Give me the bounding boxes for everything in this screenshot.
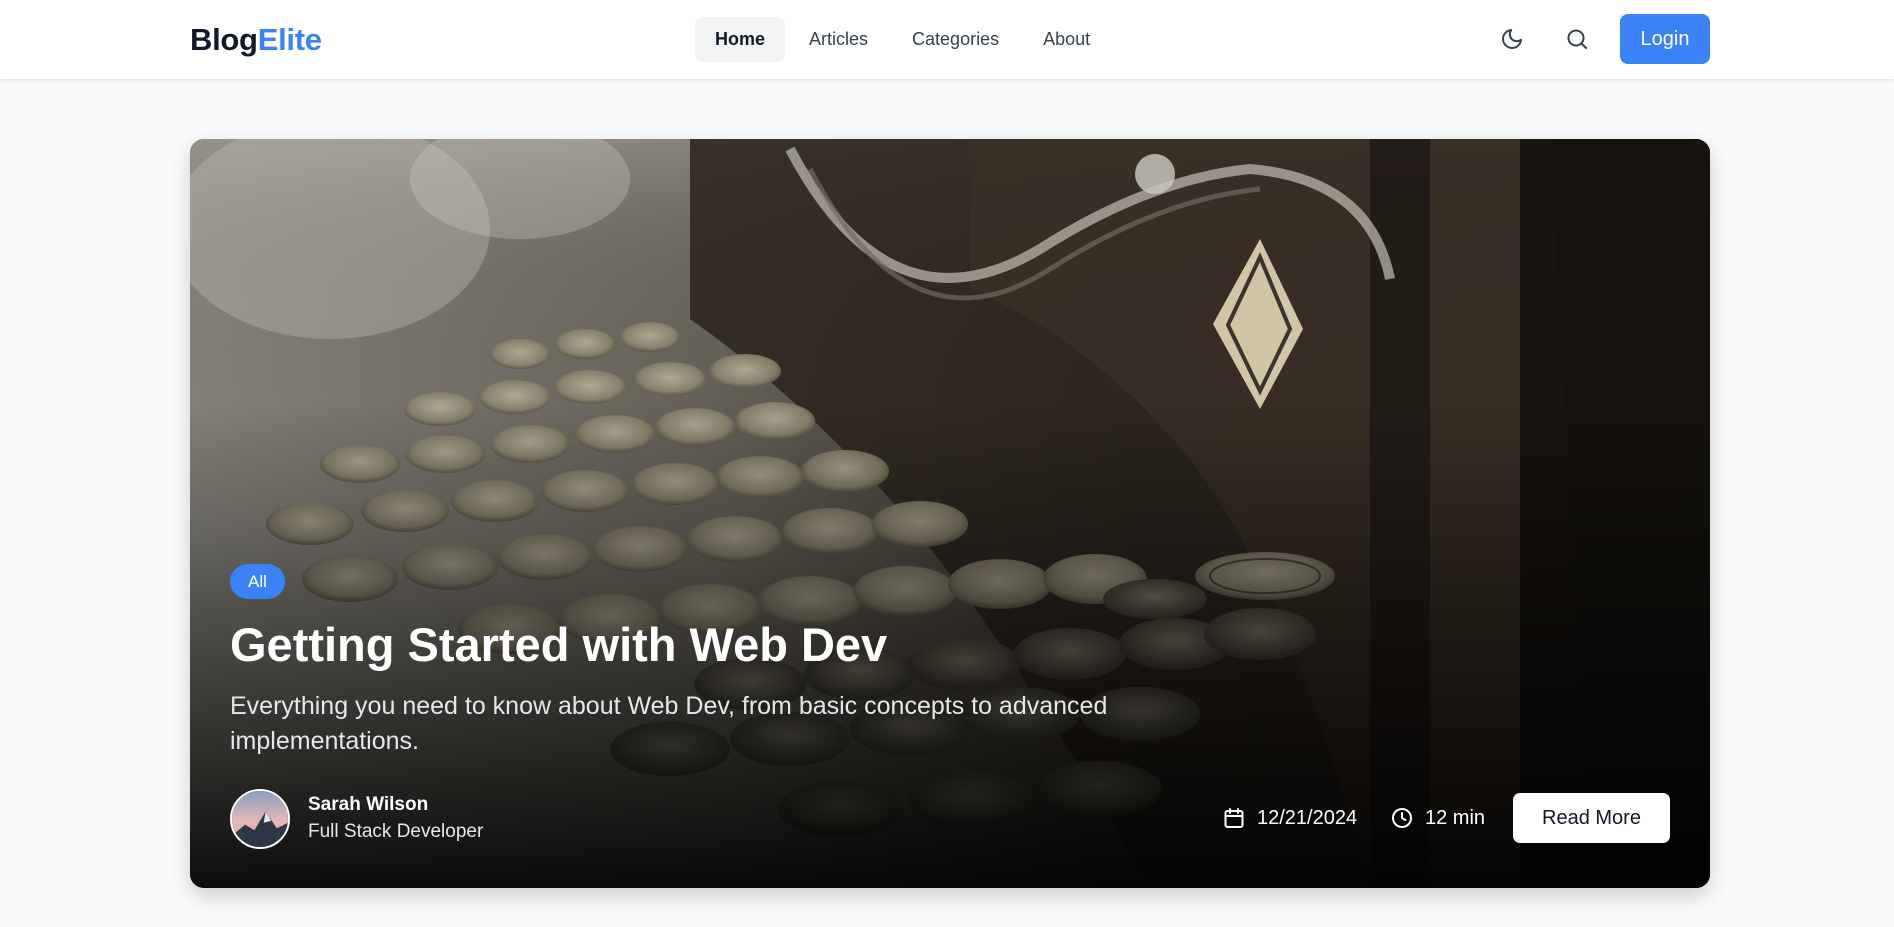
image-gradient-overlay [190,139,1710,888]
nav-item-categories[interactable]: Categories [892,17,1019,62]
moon-icon [1502,29,1522,49]
main-nav: Home Articles Categories About [695,17,1110,62]
calendar-icon [1224,808,1244,828]
author-name[interactable]: Sarah Wilson [308,792,483,818]
search-button[interactable] [1558,20,1596,58]
nav-item-about[interactable]: About [1023,17,1110,62]
clock-icon [1392,808,1412,828]
site-logo[interactable]: BlogElite [190,22,322,58]
nav-item-home[interactable]: Home [695,17,786,62]
post-title[interactable]: Getting Started with Web Dev [230,617,887,673]
theme-toggle-button[interactable] [1493,20,1531,58]
nav-item-articles[interactable]: Articles [789,17,888,62]
post-description: Everything you need to know about Web De… [230,692,1108,755]
post-date: 12/21/2024 [1222,793,1357,843]
login-button[interactable]: Login [1620,14,1710,64]
logo-text-blog: Blog [190,22,258,57]
post-date-text: 12/21/2024 [1257,806,1358,829]
top-navbar: BlogElite Home Articles Categories About… [0,0,1894,79]
read-time: 12 min [1390,793,1485,843]
search-icon [1567,29,1587,49]
read-more-button[interactable]: Read More [1513,793,1670,843]
featured-post-card[interactable]: All Getting Started with Web Dev Everyth… [190,139,1710,888]
logo-text-elite: Elite [257,22,322,57]
author-avatar[interactable] [230,789,290,849]
avatar-mountain-image [232,791,288,847]
category-badge[interactable]: All [230,564,285,599]
author-role: Full Stack Developer [308,821,484,842]
read-time-text: 12 min [1425,806,1486,829]
author-block[interactable]: Sarah Wilson Full Stack Developer [230,789,483,849]
